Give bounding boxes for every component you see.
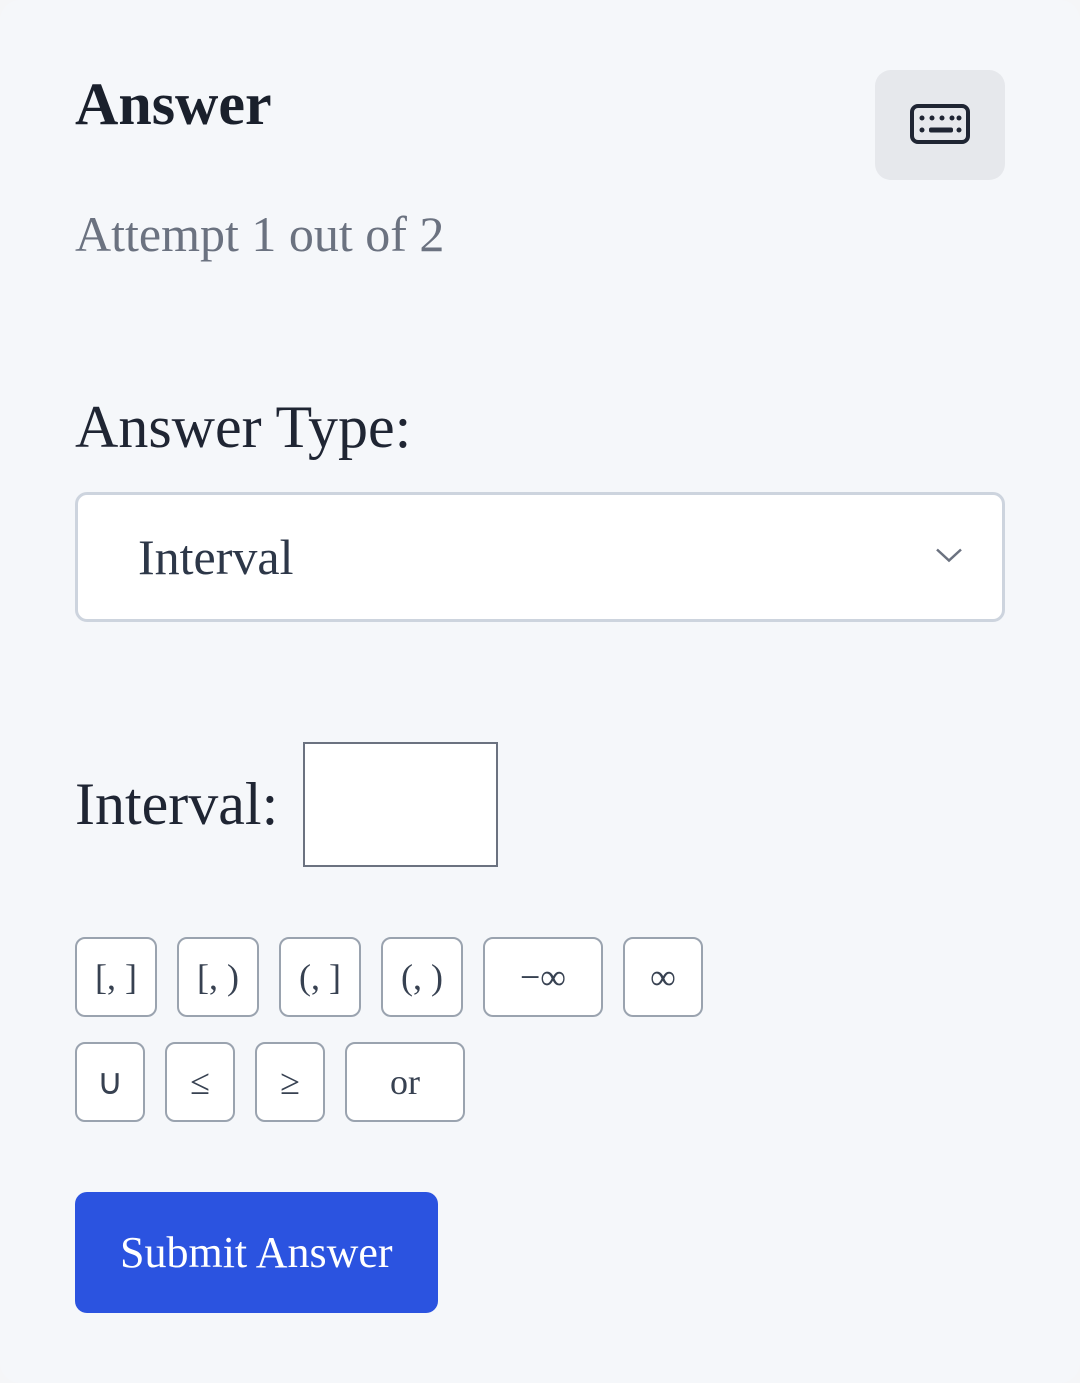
header-row: Answer (75, 70, 1005, 180)
symbols-row-1: [, ] [, ) (, ] (, ) −∞ ∞ (75, 937, 1005, 1017)
symbol-closed-closed[interactable]: [, ] (75, 937, 157, 1017)
symbol-negative-infinity[interactable]: −∞ (483, 937, 603, 1017)
symbol-closed-open[interactable]: [, ) (177, 937, 259, 1017)
symbol-open-open[interactable]: (, ) (381, 937, 463, 1017)
answer-type-select-wrapper: Interval (75, 492, 1005, 622)
submit-answer-button[interactable]: Submit Answer (75, 1192, 438, 1313)
answer-panel: Answer Attempt 1 out of 2 Answer Type: (0, 0, 1080, 1383)
interval-label: Interval: (75, 770, 278, 839)
symbol-greater-equal[interactable]: ≥ (255, 1042, 325, 1122)
symbol-infinity[interactable]: ∞ (623, 937, 703, 1017)
interval-row: Interval: (75, 742, 1005, 867)
keyboard-icon (910, 104, 970, 147)
keyboard-button[interactable] (875, 70, 1005, 180)
symbol-or[interactable]: or (345, 1042, 465, 1122)
symbol-open-closed[interactable]: (, ] (279, 937, 361, 1017)
interval-input[interactable] (303, 742, 498, 867)
symbol-union[interactable]: ∪ (75, 1042, 145, 1122)
symbol-less-equal[interactable]: ≤ (165, 1042, 235, 1122)
answer-type-label: Answer Type: (75, 393, 1005, 462)
attempt-counter: Attempt 1 out of 2 (75, 205, 1005, 263)
answer-type-select[interactable]: Interval (75, 492, 1005, 622)
page-title: Answer (75, 70, 272, 139)
symbols-row-2: ∪ ≤ ≥ or (75, 1042, 1005, 1122)
